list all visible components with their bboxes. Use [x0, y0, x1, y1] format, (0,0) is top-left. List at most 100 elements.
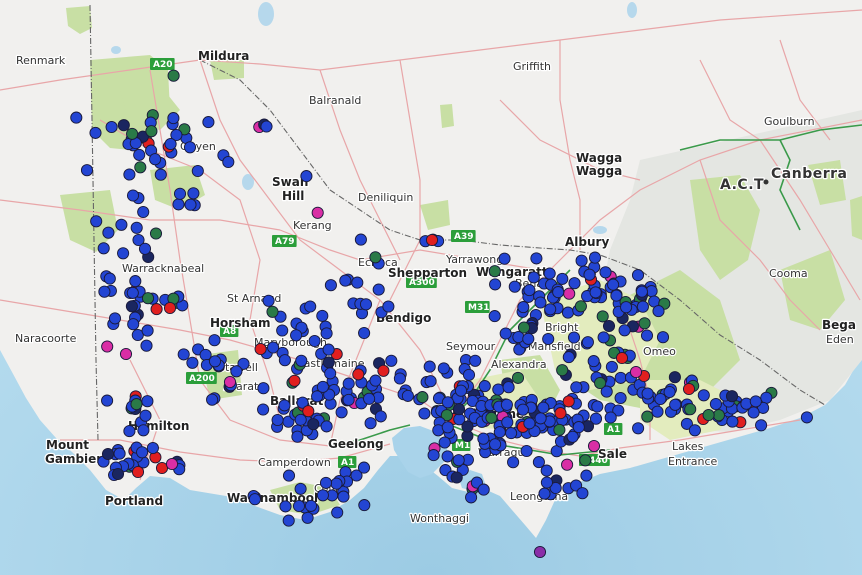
map-marker[interactable]	[544, 303, 557, 316]
map-marker[interactable]	[257, 403, 270, 416]
map-marker[interactable]	[591, 400, 604, 413]
map-marker[interactable]	[294, 482, 307, 495]
map-marker[interactable]	[105, 120, 118, 134]
map-marker[interactable]	[154, 168, 167, 181]
map-marker[interactable]	[342, 377, 355, 390]
map-marker[interactable]	[302, 405, 315, 418]
map-marker[interactable]	[295, 354, 308, 367]
map-marker[interactable]	[610, 289, 623, 302]
map-marker[interactable]	[113, 447, 126, 460]
map-marker[interactable]	[614, 371, 627, 384]
map-marker[interactable]	[604, 411, 617, 424]
map-marker[interactable]	[155, 461, 169, 475]
map-marker[interactable]	[320, 420, 333, 433]
map-marker[interactable]	[80, 164, 94, 177]
map-marker[interactable]	[117, 119, 130, 132]
map-marker[interactable]	[492, 383, 505, 396]
map-marker[interactable]	[186, 356, 199, 369]
map-marker[interactable]	[335, 406, 348, 419]
map-marker[interactable]	[150, 303, 163, 316]
map-marker[interactable]	[167, 112, 180, 125]
map-marker[interactable]	[136, 446, 149, 459]
map-marker[interactable]	[137, 424, 150, 437]
map-marker[interactable]	[511, 371, 525, 384]
map-marker[interactable]	[702, 408, 715, 422]
map-marker[interactable]	[615, 351, 629, 365]
map-marker[interactable]	[450, 471, 463, 484]
map-marker[interactable]	[632, 422, 645, 435]
map-marker[interactable]	[304, 300, 317, 313]
map-marker[interactable]	[570, 381, 583, 394]
map-marker[interactable]	[101, 447, 115, 461]
map-marker[interactable]	[123, 168, 136, 181]
map-marker[interactable]	[401, 389, 414, 402]
map-marker[interactable]	[279, 500, 292, 513]
map-marker[interactable]	[424, 375, 437, 388]
map-marker[interactable]	[469, 354, 482, 367]
map-marker[interactable]	[587, 439, 601, 453]
map-marker[interactable]	[262, 294, 275, 307]
map-marker[interactable]	[505, 427, 518, 440]
map-marker[interactable]	[319, 476, 333, 489]
map-marker[interactable]	[596, 310, 609, 323]
map-marker[interactable]	[141, 292, 155, 305]
map-marker[interactable]	[358, 499, 371, 512]
map-marker[interactable]	[108, 312, 122, 325]
map-marker[interactable]	[267, 341, 280, 354]
map-marker[interactable]	[304, 499, 318, 512]
map-marker[interactable]	[580, 469, 593, 482]
map-marker[interactable]	[292, 499, 306, 513]
map-marker[interactable]	[177, 348, 190, 361]
map-marker[interactable]	[488, 265, 501, 278]
map-marker[interactable]	[501, 416, 514, 429]
map-marker[interactable]	[452, 403, 466, 416]
map-marker[interactable]	[597, 331, 610, 344]
map-marker[interactable]	[140, 339, 153, 352]
map-marker[interactable]	[477, 483, 490, 496]
map-marker[interactable]	[301, 511, 314, 524]
map-marker[interactable]	[602, 319, 616, 333]
map-marker[interactable]	[654, 392, 667, 406]
map-marker[interactable]	[423, 360, 436, 373]
map-marker[interactable]	[316, 309, 329, 322]
map-marker[interactable]	[98, 285, 111, 298]
map-marker[interactable]	[530, 252, 543, 265]
map-marker[interactable]	[507, 456, 520, 469]
map-marker[interactable]	[534, 412, 547, 425]
map-marker[interactable]	[575, 254, 588, 267]
map-marker[interactable]	[552, 286, 565, 299]
map-marker[interactable]	[682, 382, 696, 396]
map-marker[interactable]	[747, 406, 760, 419]
map-marker[interactable]	[668, 371, 681, 384]
map-marker[interactable]	[631, 269, 645, 282]
map-marker[interactable]	[441, 396, 454, 409]
map-marker[interactable]	[342, 393, 355, 406]
map-marker[interactable]	[173, 187, 187, 200]
map-marker[interactable]	[537, 401, 550, 414]
map-marker[interactable]	[339, 274, 352, 287]
map-marker[interactable]	[489, 438, 502, 451]
map-marker[interactable]	[187, 187, 200, 200]
map-marker[interactable]	[640, 329, 654, 342]
map-marker[interactable]	[620, 301, 633, 314]
map-marker[interactable]	[437, 362, 450, 375]
map-marker[interactable]	[331, 506, 344, 519]
map-marker[interactable]	[288, 374, 301, 387]
map-marker[interactable]	[684, 403, 697, 416]
map-marker[interactable]	[70, 111, 83, 124]
map-marker[interactable]	[290, 329, 303, 342]
map-marker[interactable]	[271, 413, 284, 427]
map-marker[interactable]	[651, 405, 664, 418]
map-marker[interactable]	[248, 493, 261, 506]
map-marker[interactable]	[134, 161, 147, 174]
map-marker[interactable]	[139, 409, 152, 422]
map-marker[interactable]	[377, 364, 390, 377]
map-marker[interactable]	[563, 287, 576, 300]
map-marker[interactable]	[527, 271, 540, 284]
map-marker[interactable]	[576, 487, 589, 500]
map-marker[interactable]	[523, 417, 536, 430]
map-marker[interactable]	[101, 340, 114, 353]
map-marker[interactable]	[126, 286, 139, 299]
map-marker[interactable]	[208, 355, 222, 368]
map-marker[interactable]	[566, 430, 579, 443]
